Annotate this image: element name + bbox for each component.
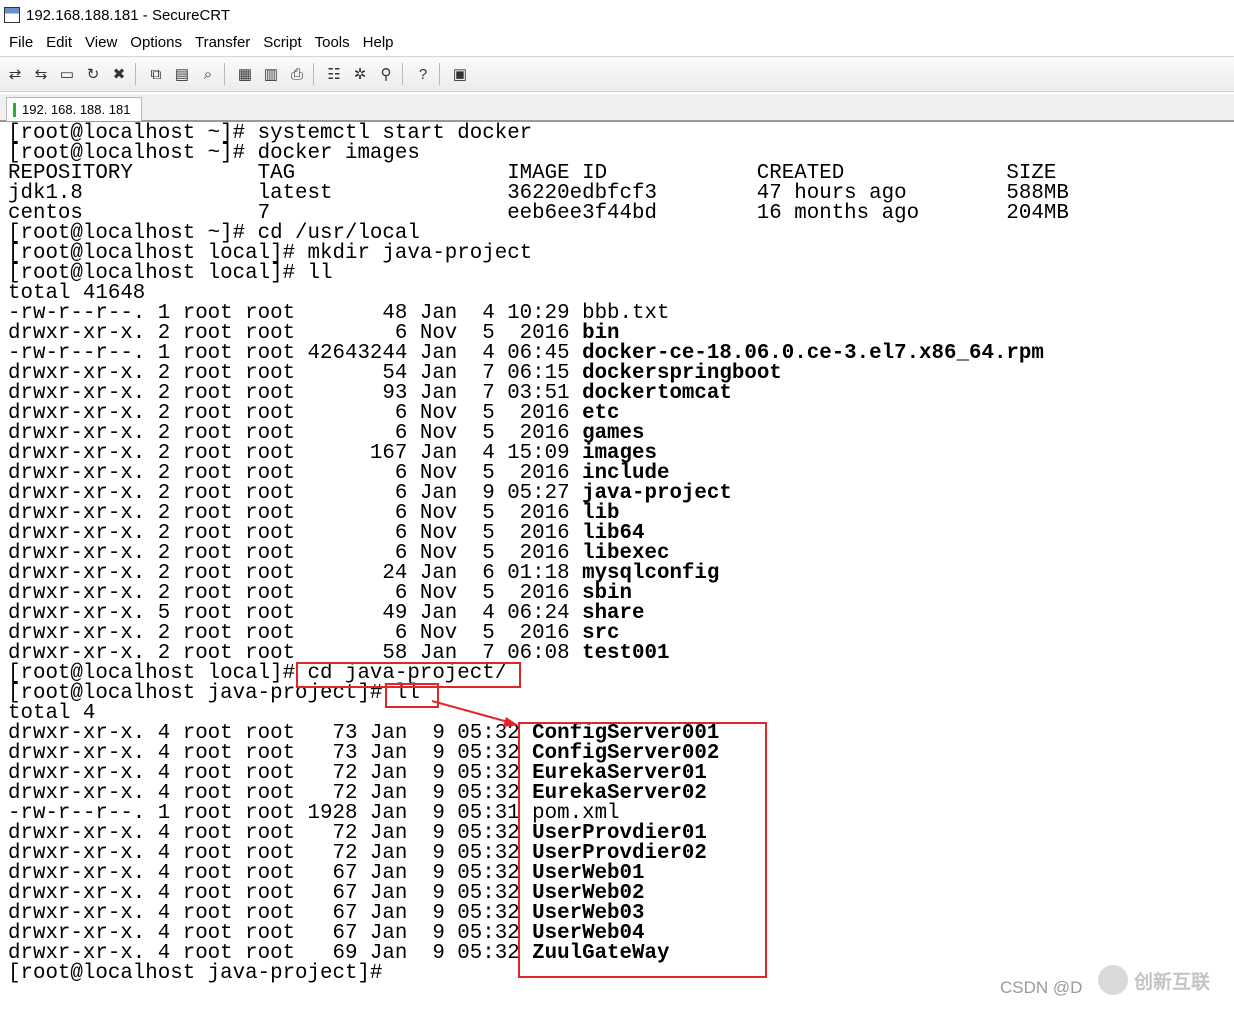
toolbar-separator xyxy=(313,63,314,85)
terminal-line: drwxr-xr-x. 4 root root 67 Jan 9 05:32 U… xyxy=(8,883,1069,904)
menu-options[interactable]: Options xyxy=(130,34,182,51)
menu-transfer[interactable]: Transfer xyxy=(195,34,250,51)
terminal-line: centos 7 eeb6ee3f44bd 16 months ago 204M… xyxy=(8,203,1069,224)
terminal-line: [root@localhost ~]# cd /usr/local xyxy=(8,223,1069,244)
terminal-line: drwxr-xr-x. 4 root root 72 Jan 9 05:32 U… xyxy=(8,843,1069,864)
terminal-line: drwxr-xr-x. 4 root root 73 Jan 9 05:32 C… xyxy=(8,723,1069,744)
terminal-line: -rw-r--r--. 1 root root 42643244 Jan 4 0… xyxy=(8,343,1069,364)
terminal-line: [root@localhost ~]# docker images xyxy=(8,143,1069,164)
disconnect-icon[interactable]: ✖ xyxy=(108,63,130,85)
terminal-output[interactable]: [root@localhost ~]# systemctl start dock… xyxy=(0,123,1234,1009)
brand-logo-icon xyxy=(1098,965,1128,995)
find-icon[interactable]: ⌕ xyxy=(197,63,219,85)
terminal-line: drwxr-xr-x. 4 root root 72 Jan 9 05:32 E… xyxy=(8,783,1069,804)
terminal-lines: [root@localhost ~]# systemctl start dock… xyxy=(8,123,1069,985)
copy-icon[interactable]: ⧉ xyxy=(145,63,167,85)
terminal-line: [root@localhost ~]# systemctl start dock… xyxy=(8,123,1069,144)
terminal-line: drwxr-xr-x. 4 root root 67 Jan 9 05:32 U… xyxy=(8,923,1069,944)
menu-view[interactable]: View xyxy=(85,34,117,51)
menu-script[interactable]: Script xyxy=(263,34,301,51)
securecrt-app-icon xyxy=(4,7,20,23)
terminal-line: [root@localhost local]# ll xyxy=(8,263,1069,284)
terminal-line: drwxr-xr-x. 4 root root 69 Jan 9 05:32 Z… xyxy=(8,942,1069,965)
terminal-line: [root@localhost java-project]# ll xyxy=(8,683,1069,704)
terminal-line: [root@localhost java-project]# xyxy=(8,962,1069,985)
terminal-line: drwxr-xr-x. 2 root root 24 Jan 6 01:18 m… xyxy=(8,563,1069,584)
terminal-line: drwxr-xr-x. 4 root root 72 Jan 9 05:32 U… xyxy=(8,823,1069,844)
quick-connect-icon[interactable]: ⇆ xyxy=(30,63,52,85)
terminal-line: drwxr-xr-x. 4 root root 72 Jan 9 05:32 E… xyxy=(8,763,1069,784)
terminal-line: drwxr-xr-x. 2 root root 6 Nov 5 2016 lib xyxy=(8,503,1069,524)
file-name: ZuulGateWay xyxy=(532,942,670,965)
terminal-line: drwxr-xr-x. 2 root root 6 Nov 5 2016 gam… xyxy=(8,423,1069,444)
session-options-icon[interactable]: ☷ xyxy=(323,63,345,85)
terminal-line: drwxr-xr-x. 2 root root 6 Nov 5 2016 lib… xyxy=(8,543,1069,564)
menu-tools[interactable]: Tools xyxy=(315,34,350,51)
file-name: test001 xyxy=(582,642,670,665)
terminal-line: [root@localhost local]# cd java-project/ xyxy=(8,663,1069,684)
terminal-line: total 4 xyxy=(8,703,1069,724)
toolbar-separator xyxy=(224,63,225,85)
terminal-line: drwxr-xr-x. 2 root root 6 Jan 9 05:27 ja… xyxy=(8,483,1069,504)
csdn-watermark: CSDN @D xyxy=(1000,978,1083,997)
terminal-line: drwxr-xr-x. 5 root root 49 Jan 4 06:24 s… xyxy=(8,603,1069,624)
print-setup-icon[interactable]: ▦ xyxy=(234,63,256,85)
sftp-icon[interactable]: ▣ xyxy=(449,63,471,85)
terminal-line: drwxr-xr-x. 2 root root 54 Jan 7 06:15 d… xyxy=(8,363,1069,384)
terminal-line: jdk1.8 latest 36220edbfcf3 47 hours ago … xyxy=(8,183,1069,204)
terminal-line: drwxr-xr-x. 4 root root 67 Jan 9 05:32 U… xyxy=(8,903,1069,924)
brand-watermark-text: 创新互联 xyxy=(1134,970,1211,993)
terminal-line: drwxr-xr-x. 2 root root 58 Jan 7 06:08 t… xyxy=(8,642,1069,665)
reconnect-icon[interactable]: ↻ xyxy=(82,63,104,85)
toolbar-separator xyxy=(439,63,440,85)
connect-in-tab-icon[interactable]: ▭ xyxy=(56,63,78,85)
print-icon[interactable]: ⎙ xyxy=(286,63,308,85)
session-tab-bar: 192. 168. 188. 181 xyxy=(0,94,1234,122)
menu-help[interactable]: Help xyxy=(363,34,394,51)
terminal-line: drwxr-xr-x. 2 root root 6 Nov 5 2016 lib… xyxy=(8,523,1069,544)
toolbar-separator xyxy=(402,63,403,85)
keymap-icon[interactable]: ⚲ xyxy=(375,63,397,85)
terminal-line: drwxr-xr-x. 2 root root 6 Nov 5 2016 etc xyxy=(8,403,1069,424)
menu-bar: File Edit View Options Transfer Script T… xyxy=(0,30,1234,54)
menu-file[interactable]: File xyxy=(9,34,33,51)
print-selection-icon[interactable]: ▥ xyxy=(260,63,282,85)
terminal-line: drwxr-xr-x. 2 root root 6 Nov 5 2016 src xyxy=(8,623,1069,644)
terminal-line: drwxr-xr-x. 2 root root 6 Nov 5 2016 sbi… xyxy=(8,583,1069,604)
connected-status-indicator xyxy=(13,102,16,117)
window-title: 192.168.188.181 - SecureCRT xyxy=(26,6,231,24)
brand-watermark: 创新互联 xyxy=(1098,962,1226,998)
terminal-line: drwxr-xr-x. 4 root root 73 Jan 9 05:32 C… xyxy=(8,743,1069,764)
global-options-icon[interactable]: ✲ xyxy=(349,63,371,85)
terminal-line: total 41648 xyxy=(8,283,1069,304)
terminal-line: drwxr-xr-x. 2 root root 93 Jan 7 03:51 d… xyxy=(8,383,1069,404)
title-bar: 192.168.188.181 - SecureCRT xyxy=(0,0,1234,30)
toolbar: ⇄ ⇆ ▭ ↻ ✖ ⧉ ▤ ⌕ ▦ ▥ ⎙ ☷ ✲ ⚲? ▣ xyxy=(0,56,1234,92)
terminal-line: REPOSITORY TAG IMAGE ID CREATED SIZE xyxy=(8,163,1069,184)
terminal-line: -rw-r--r--. 1 root root 48 Jan 4 10:29 b… xyxy=(8,303,1069,324)
terminal-line: drwxr-xr-x. 4 root root 67 Jan 9 05:32 U… xyxy=(8,863,1069,884)
connect-icon[interactable]: ⇄ xyxy=(4,63,26,85)
session-tab[interactable]: 192. 168. 188. 181 xyxy=(6,97,142,121)
paste-icon[interactable]: ▤ xyxy=(171,63,193,85)
menu-edit[interactable]: Edit xyxy=(46,34,72,51)
session-tab-label: 192. 168. 188. 181 xyxy=(22,102,131,117)
terminal-line: -rw-r--r--. 1 root root 1928 Jan 9 05:31… xyxy=(8,803,1069,824)
terminal-line: [root@localhost local]# mkdir java-proje… xyxy=(8,243,1069,264)
help-icon[interactable]: ? xyxy=(412,63,434,85)
line-text: [root@localhost java-project]# xyxy=(8,962,395,985)
toolbar-separator xyxy=(135,63,136,85)
terminal-line: drwxr-xr-x. 2 root root 167 Jan 4 15:09 … xyxy=(8,443,1069,464)
terminal-line: drwxr-xr-x. 2 root root 6 Nov 5 2016 bin xyxy=(8,323,1069,344)
terminal-line: drwxr-xr-x. 2 root root 6 Nov 5 2016 inc… xyxy=(8,463,1069,484)
